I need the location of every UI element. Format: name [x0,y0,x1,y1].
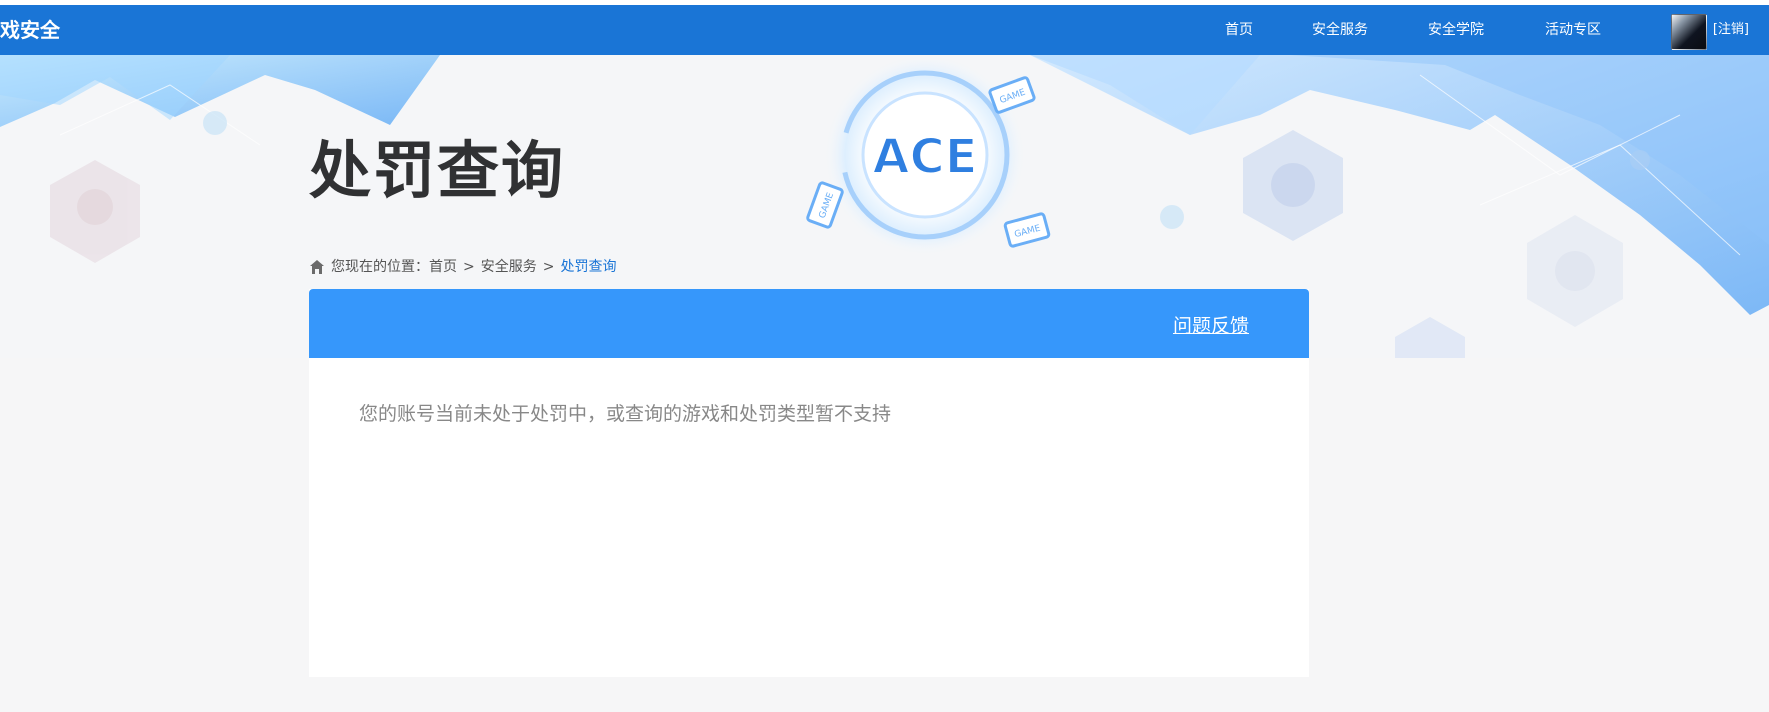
user-avatar[interactable] [1671,14,1707,50]
logout-link[interactable]: [注销] [1713,5,1749,55]
nav-security-academy[interactable]: 安全学院 [1428,5,1484,55]
top-header: 戏安全 首页 安全服务 安全学院 活动专区 [注销] [0,5,1769,55]
breadcrumb-separator: > [463,259,475,275]
nav-home[interactable]: 首页 [1225,5,1253,55]
breadcrumb-current: 处罚查询 [560,259,617,275]
breadcrumb-separator: > [542,259,555,275]
breadcrumb: 您现在的位置： 首页 > 安全服务 > 处罚查询 [309,257,616,277]
top-nav: 首页 安全服务 安全学院 活动专区 [注销] [1169,5,1769,55]
nav-events[interactable]: 活动专区 [1545,5,1601,55]
ace-logo-text: ACE [872,129,977,185]
panel-header: 问题反馈 [309,289,1309,358]
feedback-link[interactable]: 问题反馈 [1173,311,1249,338]
query-panel: 问题反馈 您的账号当前未处于处罚中，或查询的游戏和处罚类型暂不支持 [309,289,1309,677]
page-title: 处罚查询 [309,134,566,207]
breadcrumb-home[interactable]: 首页 [429,257,457,277]
home-icon [310,260,324,274]
game-tag-1: GAME [988,76,1036,114]
game-tag-2: GAME [806,181,844,229]
brand-logo[interactable]: 戏安全 [0,15,60,45]
game-tag-3: GAME [1003,212,1051,248]
breadcrumb-security-service[interactable]: 安全服务 [481,257,537,277]
result-message: 您的账号当前未处于处罚中，或查询的游戏和处罚类型暂不支持 [359,403,892,425]
breadcrumb-prefix: 您现在的位置： [331,259,429,275]
page-root: 戏安全 首页 安全服务 安全学院 活动专区 [注销] ACE GAME GAME… [0,0,1769,712]
nav-security-service[interactable]: 安全服务 [1312,5,1368,55]
